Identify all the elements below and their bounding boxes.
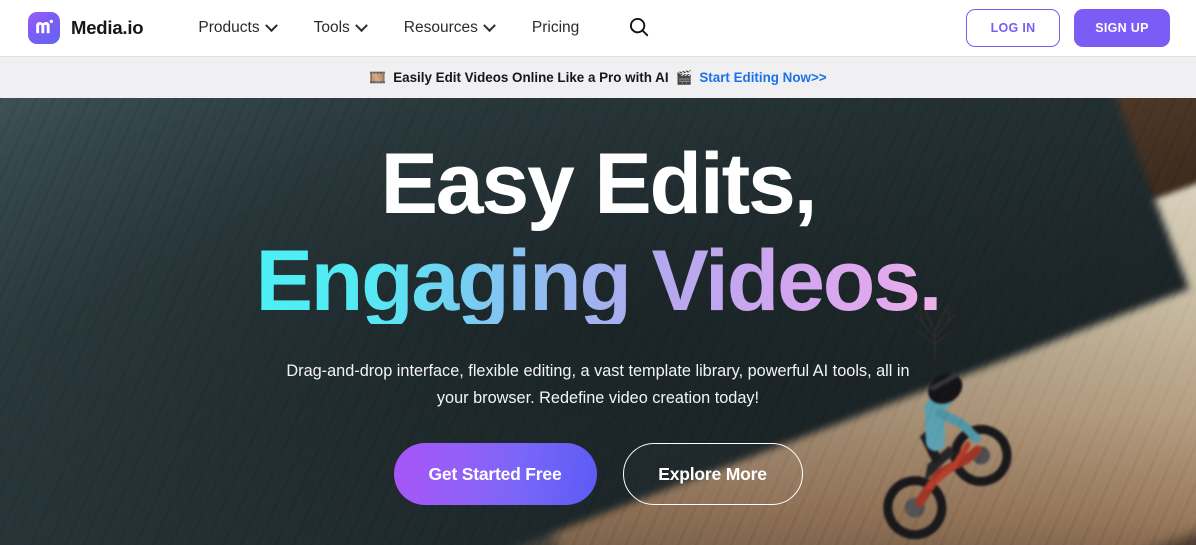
nav-item-pricing[interactable]: Pricing (513, 11, 598, 45)
clapper-board-icon: 🎬 (675, 69, 693, 85)
film-frames-icon: 🎞️ (369, 69, 387, 85)
hero-section: Easy Edits, Engaging Videos. Drag-and-dr… (0, 98, 1196, 545)
hero-subtitle: Drag-and-drop interface, flexible editin… (286, 362, 910, 407)
chevron-down-icon (264, 18, 278, 32)
auth-actions: LOG IN SIGN UP (966, 9, 1170, 47)
search-button[interactable] (622, 11, 656, 45)
nav-label-tools: Tools (313, 19, 350, 36)
hero-headline-line1: Easy Edits, (380, 136, 818, 232)
nav-label-resources: Resources (403, 19, 478, 36)
signup-button[interactable]: SIGN UP (1074, 9, 1170, 47)
brand-logo[interactable]: Media.io (28, 12, 144, 44)
hero-cta-row: Get Started Free Explore More (393, 443, 803, 506)
search-icon (628, 16, 650, 41)
explore-more-button[interactable]: Explore More (622, 443, 803, 506)
chevron-down-icon (483, 18, 496, 32)
nav-item-resources[interactable]: Resources (385, 11, 513, 45)
login-button[interactable]: LOG IN (966, 9, 1060, 47)
promo-text: Easily Edit Videos Online Like a Pro wit… (393, 70, 669, 85)
chevron-down-icon (354, 18, 368, 32)
nav-label-pricing: Pricing (531, 19, 580, 36)
hero-content: Easy Edits, Engaging Videos. Drag-and-dr… (0, 98, 1196, 545)
start-editing-link[interactable]: Start Editing Now>> (699, 70, 826, 85)
nav-label-products: Products (198, 19, 260, 36)
media-io-logo-icon (28, 12, 60, 44)
nav-item-products[interactable]: Products (179, 11, 294, 45)
get-started-free-button[interactable]: Get Started Free (393, 443, 597, 506)
hero-headline-line2: Engaging Videos. (255, 233, 943, 330)
brand-name: Media.io (71, 17, 144, 38)
nav-item-tools[interactable]: Tools (295, 11, 385, 45)
promo-banner: 🎞️ Easily Edit Videos Online Like a Pro … (0, 56, 1196, 98)
main-nav: Products Tools Resources Pricing (179, 11, 598, 45)
site-header: Media.io Products Tools Resources Pricin… (0, 0, 1196, 56)
